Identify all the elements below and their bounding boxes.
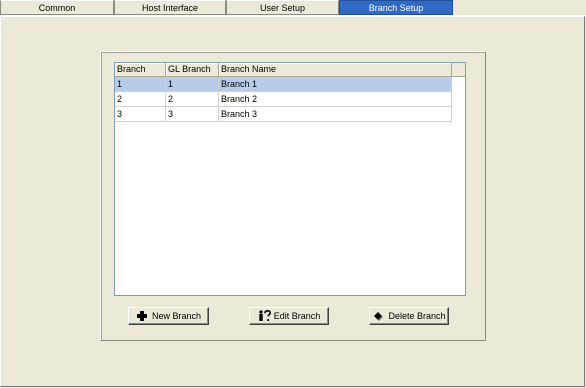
cell-branch: 2 — [115, 92, 166, 107]
tab-branch-setup[interactable]: Branch Setup — [339, 0, 453, 15]
tab-common[interactable]: Common — [0, 0, 114, 15]
cell-branch: 1 — [115, 77, 166, 92]
delete-branch-label: Delete Branch — [388, 311, 446, 321]
list-header: Branch GL Branch Branch Name — [115, 63, 452, 77]
column-header-branch-name[interactable]: Branch Name — [219, 63, 452, 77]
tab-user-setup[interactable]: User Setup — [226, 0, 339, 15]
edit-branch-label: Edit Branch — [273, 311, 321, 321]
tab-bar: Common Host Interface User Setup Branch … — [0, 0, 586, 16]
cell-branch-name: Branch 2 — [219, 92, 452, 107]
list-header-filler — [452, 63, 465, 77]
cell-gl-branch: 2 — [166, 92, 219, 107]
plus-icon — [136, 310, 148, 322]
column-header-branch[interactable]: Branch — [115, 63, 166, 77]
tab-host-interface[interactable]: Host Interface — [114, 0, 226, 15]
person-question-icon — [258, 309, 271, 322]
table-row[interactable]: 3 3 Branch 3 — [115, 107, 452, 122]
delete-branch-button[interactable]: Delete Branch — [369, 307, 449, 325]
column-header-gl-branch[interactable]: GL Branch — [166, 63, 219, 77]
table-row[interactable]: 2 2 Branch 2 — [115, 92, 452, 107]
edit-branch-button[interactable]: Edit Branch — [249, 307, 329, 325]
cell-branch-name: Branch 1 — [219, 77, 452, 92]
new-branch-button[interactable]: New Branch — [128, 307, 209, 325]
cell-gl-branch: 1 — [166, 77, 219, 92]
branch-list[interactable]: Branch GL Branch Branch Name 1 1 Branch … — [114, 62, 466, 296]
table-row[interactable]: 1 1 Branch 1 — [115, 77, 452, 92]
cell-branch: 3 — [115, 107, 166, 122]
new-branch-label: New Branch — [151, 311, 202, 321]
eraser-icon — [372, 310, 384, 322]
cell-gl-branch: 3 — [166, 107, 219, 122]
cell-branch-name: Branch 3 — [219, 107, 452, 122]
